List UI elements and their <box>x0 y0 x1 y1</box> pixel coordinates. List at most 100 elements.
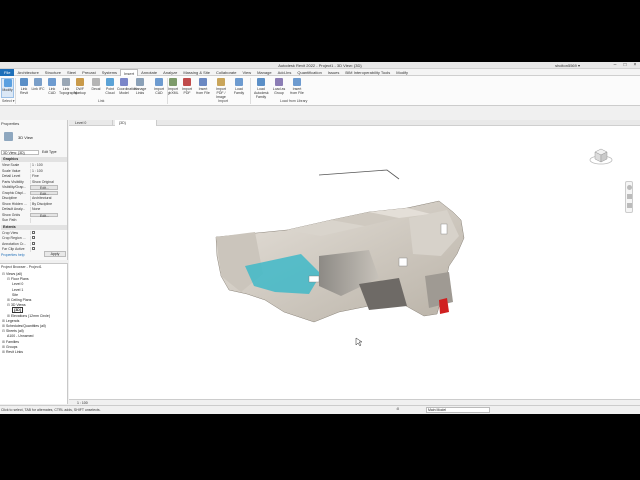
insert-from-file-button[interactable]: Insert from File <box>196 78 210 98</box>
browser-item[interactable]: ⊞Ceiling Plans <box>7 298 31 302</box>
zoom-icon[interactable] <box>627 194 632 199</box>
steering-wheel-icon[interactable] <box>627 185 632 190</box>
browser-item[interactable]: Site <box>12 293 18 297</box>
browser-item[interactable]: Level 0 <box>12 282 23 286</box>
coordination-model-button[interactable]: Coordination Model <box>117 78 137 98</box>
property-value[interactable]: 1 : 100 <box>30 163 58 168</box>
tab-structure[interactable]: Structure <box>42 69 64 76</box>
property-value[interactable] <box>30 218 58 223</box>
instance-selector[interactable]: 3D View: {3D} <box>1 150 39 155</box>
tab-collaborate[interactable]: Collaborate <box>213 69 239 76</box>
import-pdf-image-button[interactable]: Import PDF / Image <box>214 78 228 99</box>
close-icon[interactable]: × <box>630 62 640 69</box>
manage-links-button[interactable]: Manage Links <box>133 78 147 98</box>
property-value[interactable]: 1 : 100 <box>30 168 58 173</box>
load-as-group-button[interactable]: Load as Group <box>272 78 286 98</box>
property-value[interactable]: Fine <box>30 174 58 179</box>
tab-issues[interactable]: Issues <box>325 69 343 76</box>
tab-view[interactable]: View <box>239 69 254 76</box>
expand-icon[interactable]: ⊞ <box>2 340 5 344</box>
3d-view-canvas[interactable] <box>69 126 640 401</box>
property-value[interactable]: By Discipline <box>30 201 58 206</box>
collapse-icon[interactable]: ⊟ <box>2 329 5 333</box>
link-revit-button[interactable]: Link Revit <box>17 78 31 98</box>
tab-manage[interactable]: Manage <box>254 69 274 76</box>
tab-insert[interactable]: Insert <box>120 68 139 76</box>
load-autodesk-family-button[interactable]: Load Autodesk Family <box>254 78 269 99</box>
browser-item-label: Level 1 <box>12 287 24 292</box>
expand-icon[interactable]: ⊞ <box>2 319 5 323</box>
extents-section[interactable]: Extents <box>1 224 67 230</box>
active-model-selector[interactable]: Main Model <box>426 407 490 413</box>
dwf-markup-button[interactable]: DWF Markup <box>73 78 87 98</box>
collapse-icon[interactable]: ⊟ <box>7 277 10 281</box>
extent-checkbox[interactable] <box>30 230 58 235</box>
user-menu[interactable]: sholton5569 ▾ <box>555 63 580 68</box>
property-edit-button[interactable]: Edit... <box>30 190 58 196</box>
tab-architecture[interactable]: Architecture <box>14 69 41 76</box>
browser-item[interactable]: ⊟Sheets (all) <box>2 329 24 333</box>
orbit-icon[interactable] <box>627 203 632 208</box>
tab-add-ins[interactable]: Add-Ins <box>275 69 295 76</box>
insert-from-file-button[interactable]: Insert from File <box>290 78 304 98</box>
tab-modify[interactable]: Modify <box>393 69 411 76</box>
modify-button[interactable]: Modify <box>1 78 14 98</box>
graphics-section[interactable]: Graphics <box>1 157 67 162</box>
browser-item[interactable]: {3D} <box>12 307 24 314</box>
property-value[interactable]: Architectural <box>30 196 58 201</box>
collapse-icon[interactable]: ⊟ <box>2 272 5 276</box>
extent-name: Crop View <box>2 230 19 235</box>
property-edit-button[interactable]: Edit... <box>30 212 58 218</box>
navigation-bar[interactable] <box>625 181 633 213</box>
extent-checkbox[interactable] <box>30 241 58 246</box>
import-gbxml-button[interactable]: Import gbXML <box>166 78 180 98</box>
minimize-icon[interactable]: – <box>610 62 620 69</box>
browser-item-label: Revit Links <box>5 350 24 354</box>
browser-item[interactable]: ⊞Elevations (12mm Circle) <box>7 314 50 318</box>
tab-analyze[interactable]: Analyze <box>160 69 180 76</box>
expand-icon[interactable]: ⊞ <box>2 345 5 349</box>
browser-item[interactable]: A100 - Unnamed <box>7 334 33 338</box>
properties-help-link[interactable]: Properties help <box>1 253 25 257</box>
link-ifc-button[interactable]: Link IFC <box>31 78 45 98</box>
tab-file[interactable]: File <box>0 68 15 76</box>
point-cloud-button[interactable]: Point Cloud <box>103 78 117 98</box>
edit-type-button[interactable]: Edit Type <box>42 150 57 155</box>
tab-annotate[interactable]: Annotate <box>138 69 160 76</box>
link-cad-button[interactable]: Link CAD <box>45 78 59 98</box>
ribbon-button-label: Load as Group <box>272 87 286 95</box>
expand-icon[interactable]: ⊞ <box>2 350 5 354</box>
tab-massing-site[interactable]: Massing & Site <box>180 69 213 76</box>
view-cube[interactable] <box>589 144 613 168</box>
browser-item[interactable]: ⊞Schedules/Quantities (all) <box>2 324 46 328</box>
browser-item[interactable]: ⊞Legends <box>2 319 19 323</box>
browser-item[interactable]: ⊟Floor Plans <box>7 277 29 281</box>
expand-icon[interactable]: ⊞ <box>2 324 5 328</box>
tab-quantification[interactable]: Quantification <box>294 69 324 76</box>
browser-item[interactable]: ⊞Groups <box>2 345 17 349</box>
expand-icon[interactable]: ⊞ <box>7 298 10 302</box>
expand-icon[interactable]: ⊞ <box>7 314 10 318</box>
browser-item[interactable]: ⊞Families <box>2 340 19 344</box>
browser-item[interactable]: Level 1 <box>12 288 23 292</box>
decal-button[interactable]: Decal <box>89 78 103 98</box>
property-value[interactable]: None <box>30 207 58 212</box>
link-topography-button[interactable]: Link Topography <box>59 78 77 98</box>
property-value[interactable]: Show Original <box>30 179 58 184</box>
collapse-icon[interactable]: ⊟ <box>7 303 10 307</box>
property-edit-button[interactable]: Edit... <box>30 185 58 190</box>
browser-item[interactable]: ⊟Views (all) <box>2 272 22 276</box>
tab-systems[interactable]: Systems <box>99 69 120 76</box>
select-panel-label[interactable]: Select ▾ <box>2 99 14 103</box>
import-cad-button[interactable]: Import CAD <box>152 78 166 98</box>
browser-item[interactable]: ⊞Revit Links <box>2 350 23 354</box>
cursor-icon <box>3 79 12 87</box>
import-pdf-button[interactable]: Import PDF <box>180 78 194 98</box>
tab-steel[interactable]: Steel <box>64 69 79 76</box>
extent-checkbox[interactable] <box>30 236 58 241</box>
maximize-icon[interactable]: □ <box>620 62 630 69</box>
tab-precast[interactable]: Precast <box>79 69 99 76</box>
load-family-button[interactable]: Load Family <box>232 78 246 98</box>
tab-bim-interoperability-tools[interactable]: BIM Interoperability Tools <box>342 69 393 76</box>
apply-button[interactable]: Apply <box>44 251 66 257</box>
